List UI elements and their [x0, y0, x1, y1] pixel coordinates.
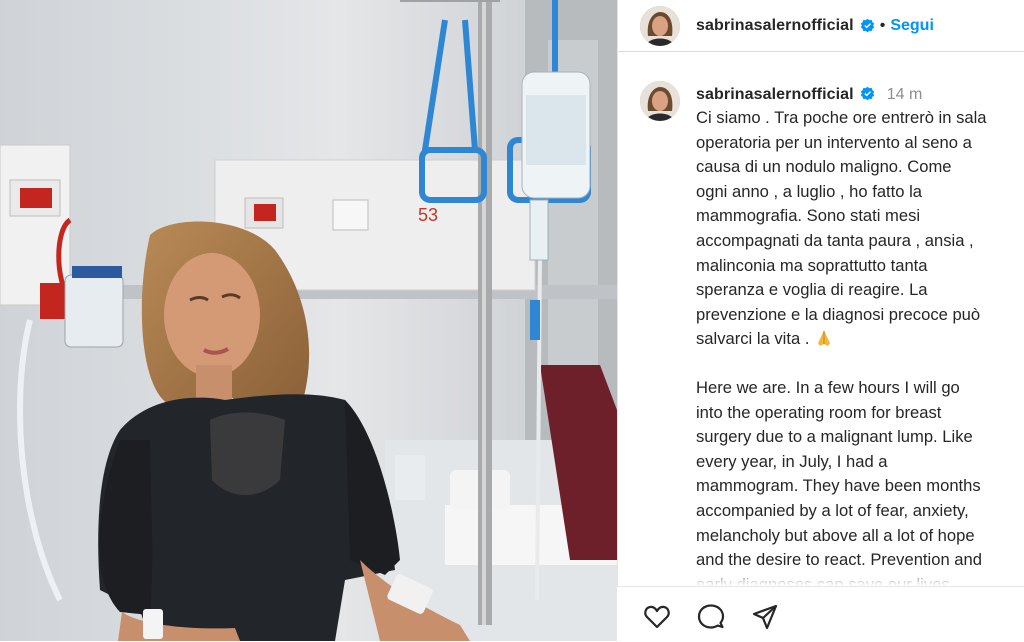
paper-plane-icon[interactable]	[751, 603, 779, 631]
follow-button[interactable]: Segui	[890, 17, 934, 35]
hospital-room-photo: 53	[0, 0, 617, 641]
post-header: sabrinasalernofficial • Segui	[618, 0, 1024, 52]
comment-bubble-icon[interactable]	[697, 603, 725, 631]
post-timestamp[interactable]: 14 m	[887, 86, 923, 103]
avatar-image	[640, 5, 680, 46]
caption-text: Ci siamo . Tra poche ore entrerò in sala…	[696, 106, 1024, 586]
post-caption-block: sabrinasalernofficial 14 m Ci siamo . Tr…	[640, 81, 1024, 586]
avatar[interactable]	[640, 5, 680, 46]
caption-head: sabrinasalernofficial 14 m	[696, 85, 1024, 105]
verified-badge-icon	[860, 86, 874, 101]
caption-username[interactable]: sabrinasalernofficial	[696, 86, 854, 103]
caption-avatar[interactable]	[640, 81, 680, 121]
header-username[interactable]: sabrinasalernofficial	[696, 17, 854, 35]
heart-icon[interactable]	[643, 603, 671, 631]
separator-dot: •	[879, 16, 886, 34]
verified-badge-icon	[860, 18, 874, 33]
caption-italian: Ci siamo . Tra poche ore entrerò in sala…	[696, 108, 987, 349]
post-sidebar: sabrinasalernofficial • Segui sabrinasal…	[617, 0, 1024, 641]
caption-english: Here we are. In a few hours I will go in…	[696, 377, 982, 586]
folded-hands-emoji	[818, 330, 831, 347]
action-bar	[617, 586, 1024, 642]
room-number: 53	[418, 205, 438, 225]
post-photo[interactable]: 53	[0, 0, 617, 641]
caption-body: sabrinasalernofficial 14 m Ci siamo . Tr…	[696, 85, 1024, 586]
avatar-image	[640, 81, 680, 121]
caption-fade	[640, 564, 1024, 586]
